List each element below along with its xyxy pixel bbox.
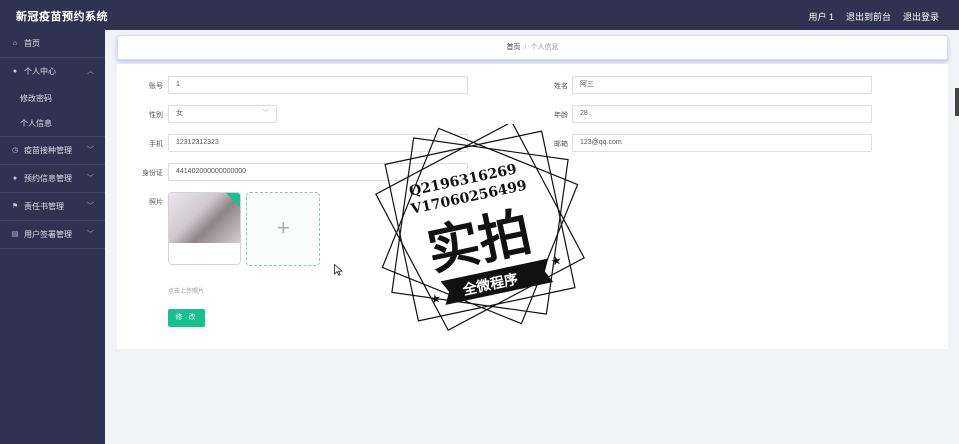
email-field[interactable]: 123@qq.com (572, 134, 872, 152)
top-links: 用户 1 退出到前台 退出登录 (808, 10, 939, 23)
photo-thumbnail[interactable] (168, 192, 241, 265)
chevron-up-icon: ︿ (87, 68, 94, 75)
idcard-label: 身份证 (142, 170, 163, 177)
user-icon: ● (12, 68, 18, 75)
age-label: 年龄 (554, 112, 568, 119)
breadcrumb-current: 个人信息 (530, 44, 559, 51)
breadcrumb-separator: / (524, 44, 527, 51)
sidebar: ⌂ 首页 ● 个人中心 ︿ 修改密码 个人信息 ◷ 疫苗接种管理 ﹀ ● 预约信… (0, 30, 105, 444)
chevron-down-icon: ﹀ (87, 147, 94, 154)
sidebar-item-profile[interactable]: 个人信息 (0, 111, 105, 136)
star-icon: ★ (429, 291, 442, 307)
sidebar-item-responsibility[interactable]: ⚑ 责任书管理 ﹀ (0, 193, 105, 221)
chevron-down-icon: ﹀ (87, 231, 94, 238)
breadcrumb-home[interactable]: 首页 (507, 44, 521, 51)
sidebar-item-label: 疫苗接种管理 (24, 145, 72, 155)
flag-icon: ⚑ (11, 202, 19, 210)
back-to-front-link[interactable]: 退出到前台 (846, 10, 891, 23)
sidebar-item-personal-center[interactable]: ● 个人中心 ︿ (0, 58, 105, 86)
age-field[interactable]: 28 (572, 105, 872, 123)
mouse-cursor-icon (334, 264, 343, 276)
star-icon: ★ (550, 253, 563, 269)
chevron-down-icon: ﹀ (262, 110, 269, 117)
logout-link[interactable]: 退出登录 (903, 10, 939, 23)
check-badge-icon (226, 193, 240, 207)
sidebar-item-home[interactable]: ⌂ 首页 (0, 30, 105, 58)
home-icon: ⌂ (12, 39, 18, 47)
name-label: 姓名 (554, 83, 568, 90)
name-field[interactable]: 阿三 (572, 76, 872, 94)
chevron-down-icon: ﹀ (87, 175, 94, 182)
sidebar-item-label: 预约信息管理 (24, 173, 72, 183)
document-icon: ▤ (11, 230, 19, 238)
sidebar-item-booking[interactable]: ● 预约信息管理 ﹀ (0, 165, 105, 193)
watermark-stamp: Q2196316269 V17060256499 实拍 全微程序 ★ ★ (375, 124, 585, 331)
user-icon: ● (12, 174, 18, 182)
sidebar-item-label: 个人中心 (24, 67, 56, 76)
side-panel-tab[interactable] (955, 88, 959, 116)
sidebar-group-personal: ● 个人中心 ︿ 修改密码 个人信息 (0, 58, 105, 137)
plus-icon: + (277, 215, 290, 240)
gender-value: 女 (176, 110, 183, 117)
sidebar-item-vaccine[interactable]: ◷ 疫苗接种管理 ﹀ (0, 137, 105, 165)
sidebar-item-user-sign[interactable]: ▤ 用户签署管理 ﹀ (0, 221, 105, 249)
gender-label: 性别 (149, 112, 163, 119)
info-icon: ◷ (11, 146, 19, 154)
account-label: 账号 (149, 83, 163, 90)
sidebar-item-change-password[interactable]: 修改密码 (0, 86, 105, 111)
submit-button[interactable]: 修 改 (168, 309, 205, 327)
phone-label: 手机 (149, 141, 163, 148)
app-title: 新冠疫苗预约系统 (16, 11, 108, 23)
breadcrumb: 首页 / 个人信息 (117, 35, 948, 60)
photo-upload-button[interactable]: + (246, 192, 320, 266)
chevron-down-icon: ﹀ (87, 203, 94, 210)
photo-label: 照片 (149, 199, 163, 206)
user-menu[interactable]: 用户 1 (808, 10, 834, 23)
account-field[interactable]: 1 (168, 76, 468, 94)
sidebar-item-label: 首页 (24, 38, 40, 48)
gender-select[interactable]: 女 ﹀ (168, 105, 277, 123)
sidebar-item-label: 责任书管理 (24, 201, 64, 211)
upload-hint: 点击上传照片 (168, 289, 205, 295)
sidebar-item-label: 用户签署管理 (24, 229, 72, 239)
top-bar: 新冠疫苗预约系统 用户 1 退出到前台 退出登录 (0, 0, 959, 30)
